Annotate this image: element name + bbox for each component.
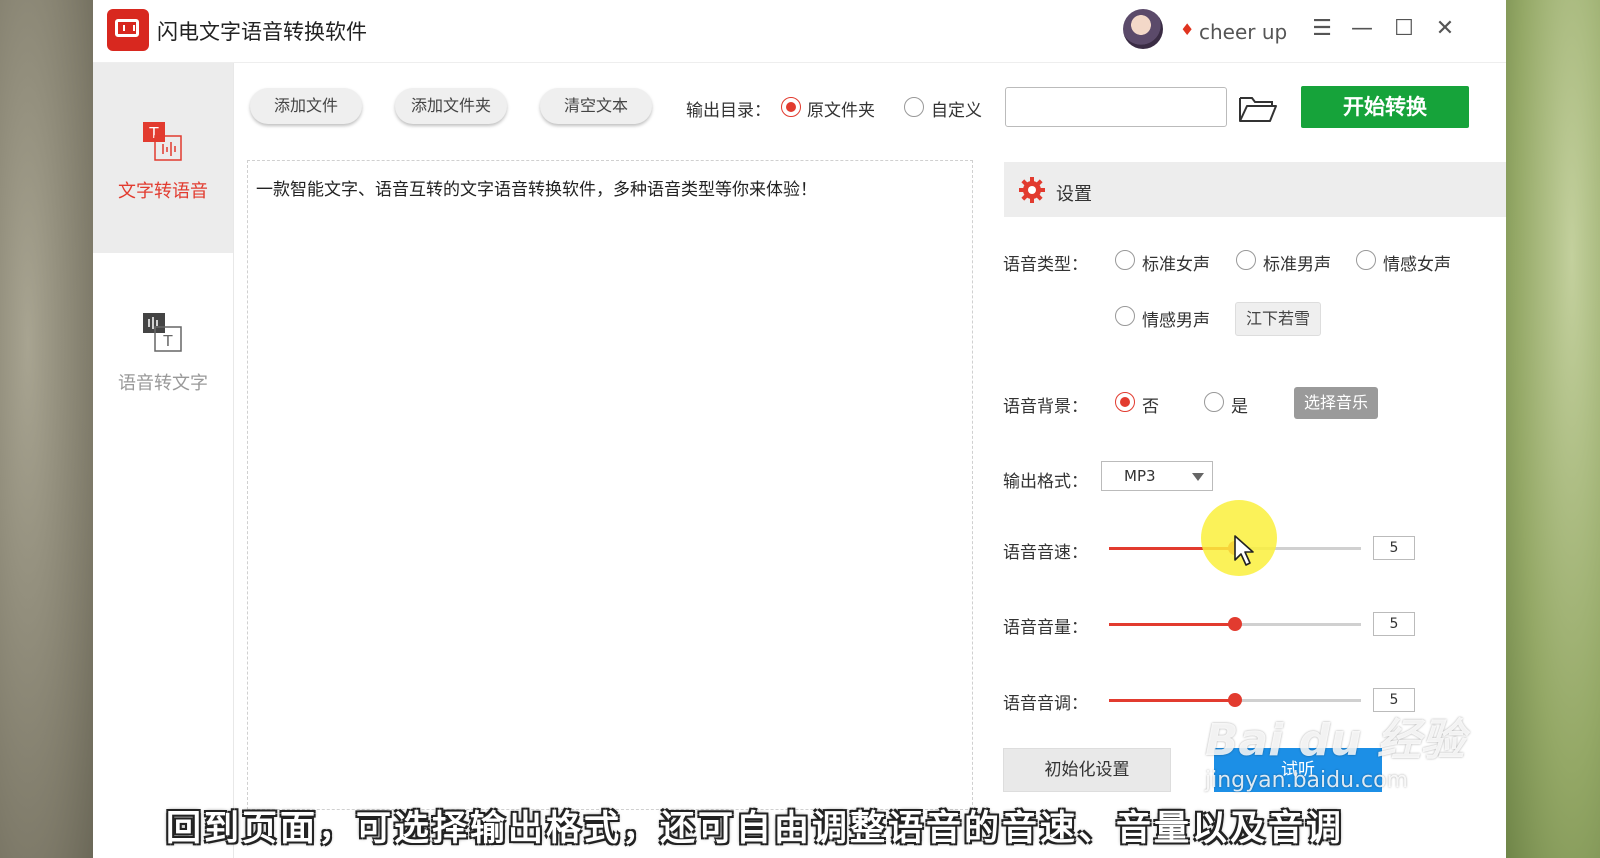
svg-text:T: T: [162, 332, 173, 350]
background-left: [0, 0, 93, 858]
voice-emotion-male-label[interactable]: 情感男声: [1142, 306, 1210, 331]
volume-slider-fill: [1109, 623, 1235, 626]
output-original-label[interactable]: 原文件夹: [807, 96, 875, 121]
baidu-watermark: Bai du 经验 jingyan.baidu.com: [1205, 676, 1485, 796]
menu-icon[interactable]: ☰: [1307, 14, 1337, 44]
add-file-button[interactable]: 添加文件: [250, 88, 362, 124]
background-no-radio[interactable]: [1115, 392, 1135, 412]
vip-diamond-icon: ♦: [1180, 20, 1195, 39]
avatar[interactable]: [1123, 9, 1163, 49]
app-logo-icon: [107, 9, 149, 51]
svg-text:T: T: [148, 124, 159, 142]
format-label: 输出格式：: [1003, 472, 1088, 492]
mouse-cursor-icon: [1234, 535, 1254, 566]
background-yes-radio[interactable]: [1204, 392, 1224, 412]
maximize-button[interactable]: ☐: [1389, 14, 1419, 44]
speech-to-text-icon: T: [143, 313, 182, 352]
text-editor[interactable]: 一款智能文字、语音互转的文字语音转换软件，多种语音类型等你来体验！: [247, 160, 973, 810]
pitch-label: 语音音调：: [1003, 694, 1088, 714]
sidebar-item-label: 语音转文字: [118, 373, 208, 394]
voice-emotion-female-label[interactable]: 情感女声: [1383, 250, 1451, 275]
volume-label: 语音音量：: [1003, 618, 1088, 638]
speed-label: 语音音速：: [1003, 543, 1088, 563]
volume-slider[interactable]: [1109, 617, 1361, 631]
output-custom-label[interactable]: 自定义: [931, 96, 982, 121]
sidebar-item-speech-to-text[interactable]: T 语音转文字: [93, 253, 233, 443]
minimize-button[interactable]: —: [1347, 14, 1377, 44]
folder-open-icon[interactable]: [1238, 94, 1278, 124]
voice-type-label: 语音类型：: [1003, 255, 1088, 275]
volume-slider-thumb[interactable]: [1228, 617, 1242, 631]
voice-standard-female-label[interactable]: 标准女声: [1142, 250, 1210, 275]
title-bar: 闪电文字语音转换软件 ♦ cheer up ☰ — ☐ ✕: [93, 0, 1506, 63]
app-window: 闪电文字语音转换软件 ♦ cheer up ☰ — ☐ ✕ T 文字转语音 T …: [93, 0, 1506, 858]
format-value: MP3: [1124, 467, 1156, 485]
voice-standard-male-radio[interactable]: [1236, 250, 1256, 270]
output-dir-label: 输出目录：: [686, 101, 771, 121]
sidebar-item-text-to-speech[interactable]: T 文字转语音: [93, 63, 233, 253]
background-yes-label[interactable]: 是: [1231, 392, 1248, 417]
reset-settings-button[interactable]: 初始化设置: [1003, 748, 1171, 792]
watermark-sub: jingyan.baidu.com: [1205, 768, 1409, 793]
voice-option-chip[interactable]: 江下若雪: [1235, 302, 1321, 336]
output-custom-radio[interactable]: [904, 97, 924, 117]
video-subtitle: 回到页面，可选择输出格式，还可自由调整语音的音速、音量以及音调: [166, 809, 1345, 849]
settings-header: 设置: [1004, 162, 1506, 217]
gear-icon: [1019, 177, 1045, 203]
close-button[interactable]: ✕: [1430, 14, 1460, 44]
output-original-radio[interactable]: [781, 97, 801, 117]
watermark-main: Bai du 经验: [1205, 715, 1465, 766]
speed-value-box[interactable]: 5: [1373, 536, 1415, 560]
background-right: [1506, 0, 1600, 858]
editor-text: 一款智能文字、语音互转的文字语音转换软件，多种语音类型等你来体验！: [256, 180, 817, 200]
app-title: 闪电文字语音转换软件: [157, 20, 367, 44]
clear-text-button[interactable]: 清空文本: [540, 88, 652, 124]
settings-title: 设置: [1056, 184, 1092, 205]
background-label: 语音背景：: [1003, 397, 1088, 417]
output-path-input[interactable]: [1005, 87, 1227, 127]
sidebar: T 文字转语音 T 语音转文字: [93, 63, 234, 858]
volume-value-box[interactable]: 5: [1373, 612, 1415, 636]
chevron-down-icon: [1192, 473, 1204, 481]
add-folder-button[interactable]: 添加文件夹: [395, 88, 507, 124]
format-select[interactable]: MP3: [1101, 461, 1213, 491]
choose-music-button[interactable]: 选择音乐: [1294, 387, 1378, 419]
username[interactable]: cheer up: [1199, 20, 1287, 44]
text-to-speech-icon: T: [143, 122, 182, 161]
voice-standard-male-label[interactable]: 标准男声: [1263, 250, 1331, 275]
background-no-label[interactable]: 否: [1142, 392, 1159, 417]
sidebar-item-label: 文字转语音: [118, 181, 208, 202]
voice-standard-female-radio[interactable]: [1115, 250, 1135, 270]
start-convert-button[interactable]: 开始转换: [1301, 86, 1469, 128]
voice-emotion-male-radio[interactable]: [1115, 306, 1135, 326]
voice-emotion-female-radio[interactable]: [1356, 250, 1376, 270]
